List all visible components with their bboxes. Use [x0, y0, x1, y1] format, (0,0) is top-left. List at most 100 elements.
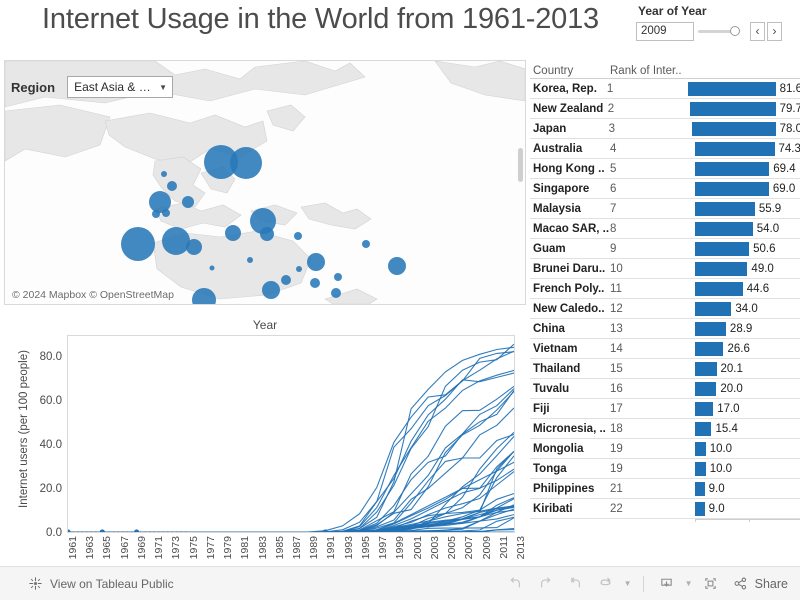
x-tick-label: 2005: [446, 536, 459, 560]
redo-icon[interactable]: [531, 571, 561, 597]
table-row[interactable]: Philippines 21 9.0: [530, 479, 800, 499]
cell-bar: 69.0: [695, 179, 800, 199]
cell-country: Macao SAR, ..: [533, 222, 610, 235]
cell-bar: 69.4: [695, 159, 800, 179]
table-row[interactable]: Australia 4 74.3: [530, 139, 800, 159]
cell-country: Mongolia: [533, 442, 584, 455]
table-row[interactable]: Malaysia 7 55.9: [530, 199, 800, 219]
dashboard-toolbar: View on Tableau Public ▼ ▼ Share: [0, 566, 800, 600]
table-row[interactable]: Tuvalu 16 20.0: [530, 379, 800, 399]
cell-bar: 17.0: [695, 399, 800, 419]
cell-rank: 12: [610, 302, 623, 315]
table-row[interactable]: New Zealand 2 79.7: [530, 99, 800, 119]
series-line: [68, 385, 514, 532]
x-tick-label: 1969: [135, 536, 148, 560]
table-row[interactable]: Vietnam 14 26.6: [530, 339, 800, 359]
value-bar: [695, 401, 714, 416]
table-row[interactable]: French Poly.. 11 44.6: [530, 279, 800, 299]
cell-bar: 9.0: [695, 479, 800, 499]
table-row[interactable]: China 13 28.9: [530, 319, 800, 339]
table-row[interactable]: Korea, Rep. 1 81.6: [530, 79, 800, 99]
map-scrollbar[interactable]: [517, 62, 524, 272]
cell-country: Kiribati: [533, 502, 573, 515]
table-row[interactable]: New Caledo.. 12 34.0: [530, 299, 800, 319]
x-tick-label: 1973: [170, 536, 183, 560]
year-next-arrow-icon[interactable]: ›: [767, 22, 782, 41]
table-row[interactable]: Brunei Daru.. 10 49.0: [530, 259, 800, 279]
table-row[interactable]: Japan 3 78.0: [530, 119, 800, 139]
x-tick-label: 1997: [377, 536, 390, 560]
series-line: [68, 343, 514, 532]
table-row[interactable]: Macao SAR, .. 8 54.0: [530, 219, 800, 239]
data-point-marker: [68, 529, 71, 532]
cell-country: French Poly..: [533, 282, 605, 295]
value-bar: [695, 481, 705, 496]
x-tick-label: 2001: [411, 536, 424, 560]
value-bar: [688, 81, 776, 96]
year-previous-arrow-icon[interactable]: ‹: [750, 22, 765, 41]
download-dropdown-caret-icon[interactable]: ▼: [682, 579, 696, 588]
cell-bar: 26.6: [695, 339, 800, 359]
table-row[interactable]: Thailand 15 20.1: [530, 359, 800, 379]
value-bar: [695, 321, 726, 336]
line-chart-panel[interactable]: Year Internet users (per 100 people) 196…: [4, 315, 527, 565]
country-ranking-table[interactable]: Country Rank of Inter.. Korea, Rep. 1 81.6…: [530, 62, 800, 522]
column-header-country[interactable]: Country: [530, 65, 610, 77]
cell-rank: 11: [610, 282, 622, 295]
year-value-input[interactable]: 2009: [636, 22, 694, 41]
cell-country: Thailand: [533, 362, 581, 375]
axis-tick-mark: [748, 519, 750, 522]
cell-rank: 5: [610, 162, 617, 175]
year-slider[interactable]: [698, 22, 748, 41]
region-select-dropdown[interactable]: East Asia & … ▼: [67, 76, 174, 98]
cell-value: 9.0: [708, 482, 725, 495]
value-bar: [695, 501, 705, 516]
column-header-rank[interactable]: Rank of Inter..: [610, 65, 695, 77]
data-point-marker: [99, 529, 105, 532]
series-line: [68, 391, 514, 532]
year-slider-thumb[interactable]: [730, 26, 740, 36]
fullscreen-icon[interactable]: [696, 571, 726, 597]
share-button[interactable]: Share: [732, 575, 788, 592]
cell-rank: 17: [610, 402, 623, 415]
line-chart-plot-area[interactable]: [67, 335, 515, 533]
table-row[interactable]: Singapore 6 69.0: [530, 179, 800, 199]
x-tick-label: 1963: [84, 536, 97, 560]
x-tick-label: 1965: [101, 536, 114, 560]
year-slider-track: [698, 30, 734, 33]
cell-value: 49.0: [751, 262, 774, 275]
x-tick-label: 2013: [515, 536, 527, 560]
refresh-icon[interactable]: [591, 571, 621, 597]
value-bar: [695, 361, 717, 376]
bubble-map-panel[interactable]: Region East Asia & … ▼ © 2024 Mapbox © O…: [4, 60, 526, 305]
table-row[interactable]: Guam 9 50.6: [530, 239, 800, 259]
cell-value: 34.0: [735, 302, 758, 315]
table-row[interactable]: Kiribati 22 9.0: [530, 499, 800, 519]
revert-icon[interactable]: [561, 571, 591, 597]
table-header-row: Country Rank of Inter..: [530, 62, 800, 79]
table-row[interactable]: Fiji 17 17.0: [530, 399, 800, 419]
year-of-year-filter[interactable]: Year of Year 2009 ‹ ›: [636, 4, 798, 41]
table-row[interactable]: Mongolia 19 10.0: [530, 439, 800, 459]
cell-rank: 2: [607, 102, 615, 115]
download-icon[interactable]: [652, 571, 682, 597]
value-bar: [695, 461, 706, 476]
table-row[interactable]: Tonga 19 10.0: [530, 459, 800, 479]
table-row[interactable]: Hong Kong .. 5 69.4: [530, 159, 800, 179]
cell-value: 17.0: [717, 402, 740, 415]
data-point-marker: [134, 529, 140, 532]
x-tick-label: 2011: [497, 536, 510, 559]
refresh-dropdown-caret-icon[interactable]: ▼: [621, 579, 635, 588]
cell-rank: 15: [610, 362, 623, 375]
region-filter[interactable]: Region East Asia & … ▼: [11, 76, 174, 98]
cell-bar: 49.0: [695, 259, 800, 279]
value-bar: [695, 221, 753, 236]
cell-bar: 15.4: [695, 419, 800, 439]
table-row[interactable]: Micronesia, .. 18 15.4: [530, 419, 800, 439]
tableau-public-label: View on Tableau Public: [50, 576, 174, 591]
view-on-tableau-public-link[interactable]: View on Tableau Public: [28, 576, 174, 591]
cell-country: Vietnam: [533, 342, 578, 355]
cell-value: 28.9: [729, 322, 753, 335]
undo-icon[interactable]: [501, 571, 531, 597]
cell-bar: 44.6: [695, 279, 800, 299]
